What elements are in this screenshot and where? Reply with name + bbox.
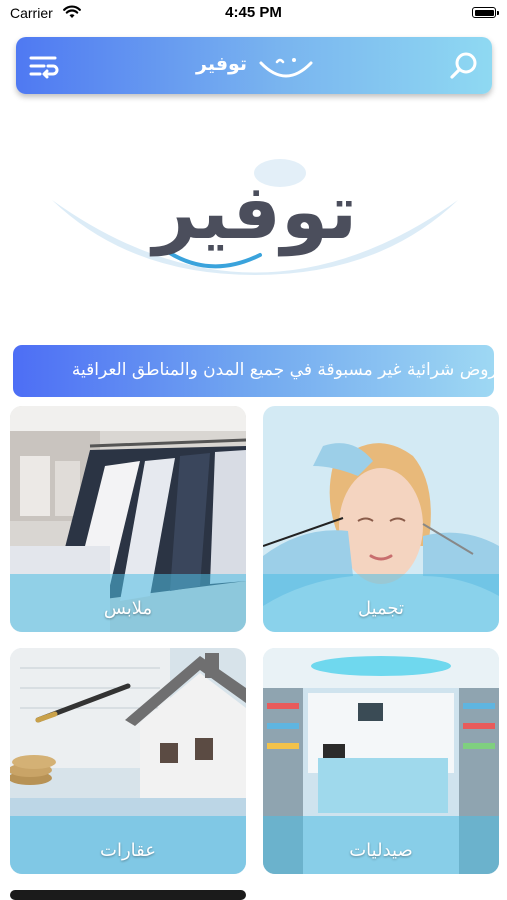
slogan-text: عروض شرائية غير مسبوقة في جميع المدن وال… [71, 360, 494, 380]
app-logo: توفير [50, 155, 460, 295]
header-bar: توفير [16, 37, 492, 94]
status-bar: Carrier 4:45 PM [0, 0, 507, 28]
search-icon[interactable] [448, 50, 480, 82]
category-card-partial[interactable] [10, 890, 246, 900]
header-brand: توفير [196, 49, 316, 83]
logo-text: توفير [152, 167, 358, 256]
category-card-beauty[interactable]: تجميل [263, 406, 499, 632]
category-label-beauty: تجميل [357, 598, 405, 619]
category-label-clothes: ملابس [103, 598, 153, 619]
category-label-pharmacy: صيدليات [349, 840, 413, 861]
battery-icon [472, 7, 499, 18]
header-brand-text: توفير [196, 53, 248, 75]
slogan-banner: عروض شرائية غير مسبوقة في جميع المدن وال… [13, 345, 494, 397]
category-label-realestate: عقارات [100, 840, 156, 861]
category-card-clothes[interactable]: ملابس [10, 406, 246, 632]
category-card-realestate[interactable]: عقارات [10, 648, 246, 874]
menu-swap-icon[interactable] [28, 51, 60, 81]
clock: 4:45 PM [225, 4, 282, 21]
smile-logo-icon [259, 58, 313, 78]
category-card-pharmacy[interactable]: صيدليات [263, 648, 499, 874]
